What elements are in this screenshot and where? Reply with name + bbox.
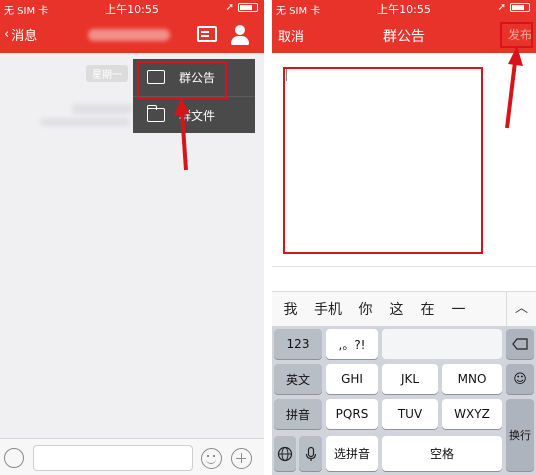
candidate-word[interactable]: 一 [443,299,474,319]
space-key[interactable]: 空格 [382,436,502,471]
candidate-word[interactable]: 我 [275,299,306,319]
emoji-key[interactable]: ☺ [506,364,534,394]
key-select-pinyin[interactable]: 选拼音 [326,436,378,471]
input-bar [0,438,264,475]
key-punctuation[interactable]: ,。?! [326,329,378,359]
key-pinyin[interactable]: 拼音 [274,399,322,429]
panel-divider [264,0,272,475]
key-pqrs[interactable]: PQRS [326,399,378,429]
emoji-icon: ☺ [513,371,527,387]
key-tuv[interactable]: TUV [382,399,438,429]
candidate-word[interactable]: 在 [412,299,443,319]
globe-icon [277,446,293,461]
microphone-icon [305,446,316,461]
candidate-word[interactable]: 手机 [306,299,350,319]
key-wxyz[interactable]: WXYZ [442,399,502,429]
key-english[interactable]: 英文 [274,364,322,394]
emoji-icon[interactable] [201,448,222,469]
backspace-icon [512,338,528,350]
candidate-word[interactable]: 这 [381,299,412,319]
key-ghi[interactable]: GHI [326,364,378,394]
candidate-word[interactable]: 你 [350,299,381,319]
announcement-screen: 无 SIM 卡 上午10:55 ➚ 取消 群公告 发布 我 手机 你 这 在 一… [272,0,536,475]
candidate-bar: 我 手机 你 这 在 一 ︿ [272,291,536,327]
globe-key[interactable] [274,436,296,471]
keyboard: 123 ,。?! 英文 GHI JKL MNO ☺ 拼音 PQRS TUV WX… [272,326,536,475]
plus-icon[interactable] [231,448,252,469]
key-redacted[interactable] [382,329,502,359]
key-123[interactable]: 123 [274,329,322,359]
key-mno[interactable]: MNO [442,364,502,394]
return-key[interactable]: 换行 [506,399,534,471]
key-jkl[interactable]: JKL [382,364,438,394]
chevron-up-icon[interactable]: ︿ [506,292,536,327]
delete-key[interactable] [506,329,534,359]
arrow-annotation [174,98,190,171]
voice-icon[interactable] [4,448,24,468]
chat-screen: 无 SIM 卡 上午10:55 ➚ ‹ 消息 星期一 群公告 群文件 [0,0,264,475]
message-input[interactable] [33,445,193,471]
mic-key[interactable] [299,436,322,471]
